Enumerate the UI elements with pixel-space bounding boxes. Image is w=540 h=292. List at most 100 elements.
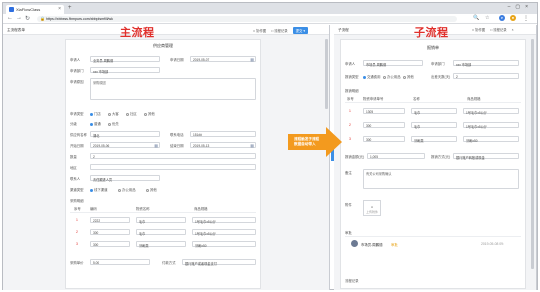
menu-icon[interactable]: ⋮ — [523, 15, 529, 22]
address-bar[interactable]: 🔒 https://xbbxss.fbmpurs.com/xbbplsmfill… — [37, 16, 457, 22]
channel-radio-3[interactable]: 其他 — [146, 187, 157, 192]
subtable-cell[interactable]: 1号毛巾x5公斤 — [192, 229, 256, 236]
star-icon[interactable]: ☆ — [485, 15, 489, 21]
sub-subtable-header: 名称 — [413, 97, 420, 101]
sub-dept-field[interactable]: xxx 市场部 — [453, 60, 519, 67]
search-icon[interactable]: 🔍 — [473, 15, 479, 21]
sub-form-title: 报销单 — [427, 45, 439, 50]
sub-pay-field[interactable]: 银行账户转账或现金 — [453, 153, 519, 160]
person-field[interactable]: 责任跟进人员 — [90, 175, 160, 182]
applicant-field[interactable]: 业务员-周鹏德 — [90, 56, 160, 63]
calendar-icon: ▦ — [154, 143, 158, 148]
amount-field[interactable]: 2 — [90, 153, 256, 159]
subtable-label: 采购明细 — [70, 199, 84, 203]
sub-count-field[interactable]: 2 — [453, 73, 519, 79]
sub-type-radio-1[interactable]: 交通费用 — [363, 74, 381, 79]
url-text: https://xbbxss.fbmpurs.com/xbbplsmfill/w… — [46, 17, 113, 21]
sub-row-number: 2 — [349, 123, 351, 127]
submit-button[interactable]: 提交 ▾ — [292, 27, 309, 34]
sub-subtable-cell[interactable]: 1号毛巾x5公斤 — [463, 122, 519, 129]
subtable-cell[interactable]: 300 — [90, 241, 130, 247]
flow-arrow: 流程触发子流程 数据自动带入 — [288, 127, 342, 157]
sub-subtable-cell[interactable]: 1305 — [363, 108, 405, 114]
type-radio-3[interactable]: 社区 — [126, 111, 137, 116]
main-form: 供应商管理 申请人 业务员-周鹏德 申请日期 2019-05-07 ▦ 申请部门 … — [65, 39, 261, 289]
browser-tab[interactable]: XiaFlowClass × — [6, 5, 64, 14]
upload-attachment-button[interactable]: ⊕ 上传附件 — [363, 200, 381, 216]
region-field[interactable] — [90, 164, 256, 170]
profile-icon[interactable]: ● — [510, 15, 516, 21]
channel-radio-2[interactable]: 办公用品 — [118, 187, 136, 192]
subtable-cell[interactable]: 2222 — [90, 217, 130, 223]
close-tab-icon[interactable]: × — [58, 6, 61, 12]
channel-radio-1[interactable]: 线下渠道 — [90, 187, 108, 192]
new-tab-button[interactable]: + — [68, 5, 72, 11]
sub-subtable-header: 商品规格 — [467, 97, 481, 101]
date-field[interactable]: 2019-05-07 ▦ — [190, 56, 256, 62]
lock-icon: 🔒 — [40, 16, 45, 21]
sub-subtable-cell[interactable]: 毛巾 — [411, 122, 457, 129]
unit-price-field[interactable]: 5.00 — [90, 259, 150, 265]
sub-applicant-field[interactable]: 市场员-周鹏德 — [363, 60, 423, 67]
sub-subtable-cell[interactable]: 牙刷x50 — [463, 136, 519, 143]
sub-applicant-label: 申请人 — [345, 62, 356, 66]
diagram-button[interactable]: □ 协作图 — [253, 29, 266, 33]
close-icon[interactable]: × — [512, 28, 514, 32]
payment-field[interactable]: 银行账户或者现金支付 — [182, 259, 256, 266]
subtable-cell[interactable]: 300 — [90, 229, 130, 235]
sub-approval-label: 审批 — [345, 231, 352, 235]
upload-icon: ⊕ — [370, 205, 374, 209]
sub-diagram-button[interactable]: □ 协作图 — [472, 28, 485, 32]
type-radio-4[interactable]: 其他 — [144, 111, 155, 116]
end-date-field[interactable]: 2019-05-13 ▦ — [190, 142, 256, 148]
sub-subtable-header: 物资申请单号 — [363, 97, 384, 101]
sub-total-field[interactable]: 1,005 — [367, 153, 425, 159]
dept-field[interactable]: xxx 市场部 — [90, 67, 160, 74]
subtable-cell[interactable]: 毛巾 — [136, 229, 186, 236]
sub-pay-label: 报销方式(元) — [431, 155, 451, 159]
forward-icon[interactable]: → — [16, 15, 22, 21]
records-button[interactable]: □ 流程记录 — [271, 29, 288, 33]
main-pane-header: 主流程表单 主流程 □ 协作图 □ 流程记录 提交 ▾ — [3, 25, 329, 39]
extension-icon[interactable]: e — [499, 15, 505, 21]
sub-dept-label: 申请部门 — [431, 62, 445, 66]
subtable-header: 商品规格 — [194, 207, 208, 211]
subtable-cell[interactable]: 牙刷类 — [136, 241, 186, 248]
sub-type-radio-2[interactable]: 办公用品 — [383, 74, 401, 79]
level-radio-1[interactable]: 普通 — [90, 121, 101, 126]
payment-label: 付款方式 — [162, 261, 176, 265]
sub-note-textarea[interactable]: 有关公司采购确认 — [363, 169, 519, 189]
sub-records-button[interactable]: □ 流程记录 — [490, 28, 507, 32]
sub-type-radio-3[interactable]: 其他 — [403, 74, 414, 79]
end-label: 结束日期 — [170, 144, 184, 148]
sub-subtable-cell[interactable]: 300 — [363, 122, 405, 128]
sub-subtable-cell[interactable]: 300 — [363, 136, 405, 142]
level-radio-2[interactable]: 优先 — [108, 121, 119, 126]
type-radio-1[interactable]: 门店 — [90, 111, 101, 116]
reason-textarea[interactable]: 采购原因 — [90, 78, 256, 100]
subtable-cell[interactable]: 牙刷x50 — [192, 241, 256, 248]
back-icon[interactable]: ← — [7, 15, 13, 21]
sub-attach-label: 附件 — [345, 203, 352, 207]
type-radio-2[interactable]: 大客 — [108, 111, 119, 116]
sub-subtable-cell[interactable]: 牙刷类 — [411, 136, 457, 143]
contact-field[interactable]: 151## — [190, 131, 256, 137]
subtable-cell[interactable]: 1号毛巾x5公斤 — [192, 217, 256, 224]
start-date-field[interactable]: 2019-05-06 ▦ — [90, 142, 160, 148]
right-scrollbar[interactable] — [531, 39, 534, 269]
type-label: 申请类型 — [70, 112, 84, 116]
window-controls[interactable]: –▢× — [508, 4, 533, 10]
sub-process-title: 子流程 — [414, 27, 449, 39]
sub-subtable-cell[interactable]: 1号毛巾x5公斤 — [463, 108, 519, 115]
browser-window: XiaFlowClass × + –▢× ← → ↻ 🔒 https://xbb… — [2, 2, 538, 290]
left-scrollbar[interactable] — [325, 39, 328, 109]
region-label: 地区 — [70, 166, 77, 170]
reload-icon[interactable]: ↻ — [25, 15, 30, 22]
subtable-header: 序号 — [74, 207, 81, 211]
subtable-cell[interactable]: 毛巾 — [136, 217, 186, 224]
sub-subtable-cell[interactable]: 毛巾 — [411, 108, 457, 115]
main-pane-name: 主流程表单 — [7, 28, 25, 32]
supplier-field[interactable]: 湖北 — [90, 131, 160, 138]
person-label: 联系人 — [70, 177, 81, 181]
unit-price-label: 采购单价 — [70, 261, 84, 265]
